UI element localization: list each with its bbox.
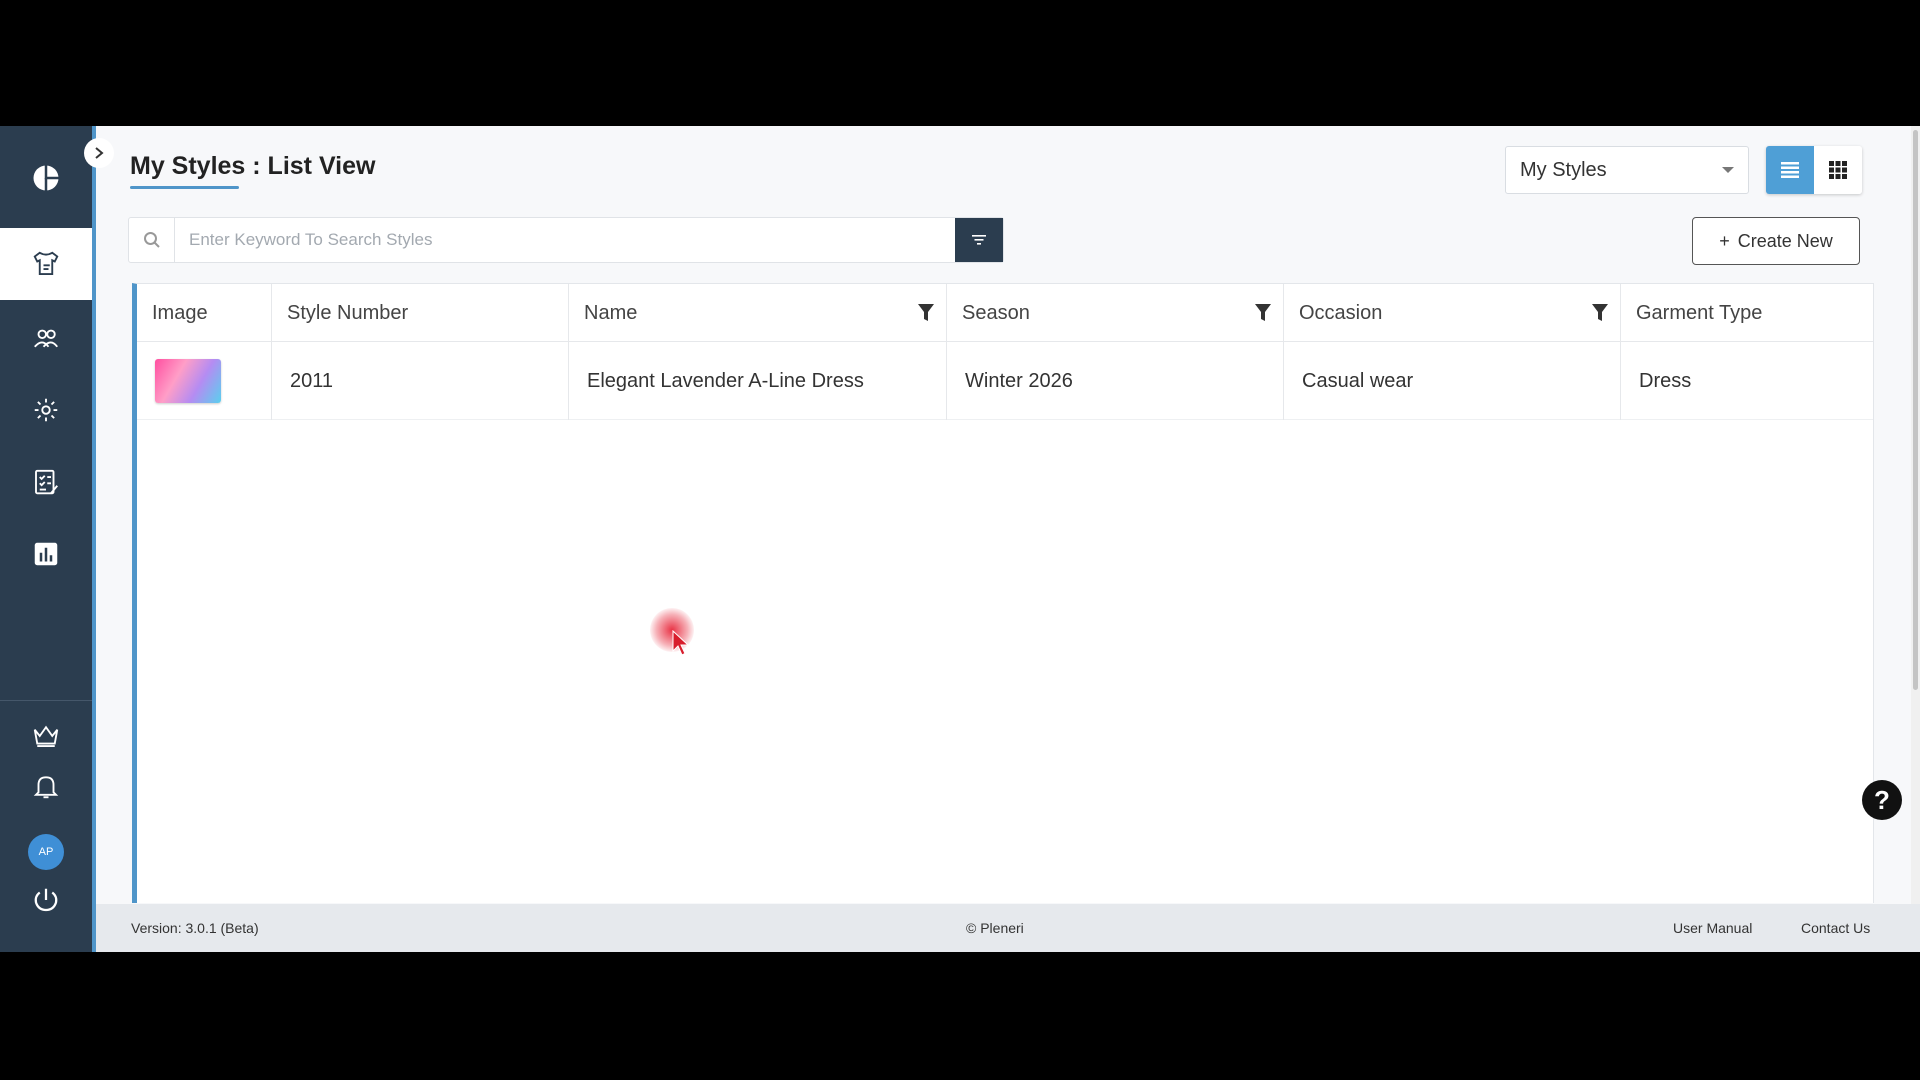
sidebar-item-checklist[interactable] bbox=[0, 446, 92, 518]
search-box bbox=[128, 217, 1004, 263]
sidebar-divider bbox=[0, 700, 92, 701]
cell-occasion: Casual wear bbox=[1284, 342, 1621, 420]
page-title: My Styles : List View bbox=[130, 152, 376, 180]
settings-icon bbox=[34, 398, 58, 422]
sidebar-item-styles[interactable] bbox=[0, 228, 92, 300]
power-icon bbox=[34, 888, 58, 912]
cell-garment-type: Dress bbox=[1639, 369, 1692, 392]
cell-style-number: 2011 bbox=[272, 342, 569, 420]
styles-icon bbox=[33, 251, 59, 275]
search-icon bbox=[143, 232, 160, 248]
view-select-value: My Styles bbox=[1520, 158, 1607, 181]
column-header-garment-type[interactable]: Garment Type bbox=[1621, 284, 1873, 342]
column-header-name[interactable]: Name bbox=[569, 284, 947, 342]
create-new-button[interactable]: + Create New bbox=[1692, 217, 1860, 265]
dashboard-icon bbox=[33, 165, 59, 191]
mouse-cursor-icon bbox=[672, 630, 690, 656]
cell-image bbox=[137, 342, 272, 420]
users-icon bbox=[34, 329, 59, 348]
page-scrollbar-thumb[interactable] bbox=[1913, 130, 1918, 690]
filter-funnel-icon[interactable] bbox=[1592, 304, 1608, 322]
view-select-dropdown[interactable]: My Styles bbox=[1505, 146, 1749, 194]
user-manual-link[interactable]: User Manual bbox=[1673, 920, 1752, 936]
column-header-occasion[interactable]: Occasion bbox=[1284, 284, 1621, 342]
filter-funnel-icon[interactable] bbox=[1255, 304, 1271, 322]
style-thumbnail[interactable] bbox=[155, 359, 221, 403]
sidebar-item-reports[interactable] bbox=[0, 518, 92, 590]
sidebar-item-premium[interactable] bbox=[0, 712, 92, 760]
list-icon bbox=[1781, 162, 1799, 178]
view-toggle-group bbox=[1766, 146, 1862, 194]
grid-view-button[interactable] bbox=[1814, 146, 1862, 194]
table-row[interactable]: 2011 Elegant Lavender A-Line Dress Winte… bbox=[137, 342, 1873, 420]
caret-down-icon bbox=[1722, 167, 1734, 173]
table-header: Image Style Number Name Season Occasion … bbox=[137, 284, 1873, 342]
title-underline bbox=[130, 186, 239, 189]
column-header-style-number[interactable]: Style Number bbox=[272, 284, 569, 342]
version-text: Version: 3.0.1 (Beta) bbox=[131, 920, 259, 936]
list-view-button[interactable] bbox=[1766, 146, 1814, 194]
avatar[interactable]: AP bbox=[28, 834, 64, 870]
cell-name: Elegant Lavender A-Line Dress bbox=[569, 342, 947, 420]
copyright-text: © Pleneri bbox=[966, 920, 1024, 936]
filter-lines-icon bbox=[972, 235, 986, 245]
filter-button[interactable] bbox=[955, 218, 1003, 262]
help-button[interactable]: ? bbox=[1862, 780, 1902, 820]
styles-table: Image Style Number Name Season Occasion … bbox=[132, 283, 1874, 903]
search-icon-wrap bbox=[129, 218, 175, 262]
column-header-image: Image bbox=[137, 284, 272, 342]
sidebar-accent-bar bbox=[92, 126, 96, 952]
grid-icon bbox=[1829, 161, 1847, 179]
create-new-label: Create New bbox=[1737, 230, 1833, 251]
sidebar-expand-button[interactable] bbox=[84, 138, 114, 168]
checklist-icon bbox=[35, 469, 58, 495]
chart-icon bbox=[34, 542, 58, 566]
chevron-right-icon bbox=[95, 147, 104, 159]
sidebar-item-logout[interactable] bbox=[0, 876, 92, 924]
filter-funnel-icon[interactable] bbox=[918, 304, 934, 322]
cell-season: Winter 2026 bbox=[947, 342, 1284, 420]
crown-icon bbox=[33, 725, 59, 747]
footer: Version: 3.0.1 (Beta) © Pleneri User Man… bbox=[96, 904, 1920, 952]
sidebar-item-dashboard[interactable] bbox=[0, 142, 92, 214]
plus-icon: + bbox=[1719, 230, 1730, 251]
column-header-season[interactable]: Season bbox=[947, 284, 1284, 342]
bell-icon bbox=[33, 776, 59, 799]
app-window: AP My Styles : List View My Styles + Cre… bbox=[0, 126, 1920, 952]
sidebar: AP bbox=[0, 126, 92, 952]
sidebar-item-settings[interactable] bbox=[0, 374, 92, 446]
search-input[interactable] bbox=[175, 218, 1003, 262]
sidebar-item-users[interactable] bbox=[0, 302, 92, 374]
sidebar-item-notifications[interactable] bbox=[0, 762, 92, 810]
contact-us-link[interactable]: Contact Us bbox=[1801, 920, 1870, 936]
